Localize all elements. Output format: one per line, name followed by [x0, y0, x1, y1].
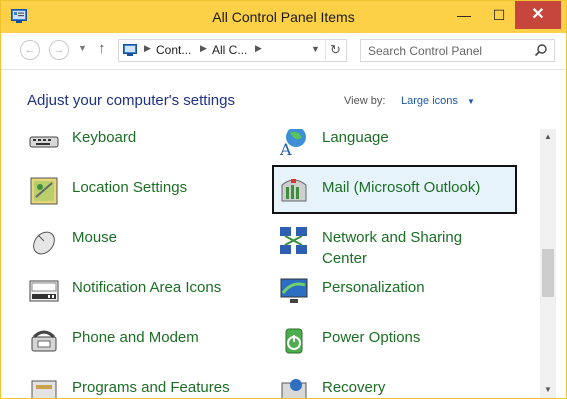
language-icon: A	[279, 129, 306, 157]
item-label: Personalization	[322, 279, 425, 296]
item-label: Mouse	[72, 229, 118, 246]
network-icon	[280, 227, 307, 254]
arrow-up-icon: ↑	[98, 40, 106, 57]
minimize-button[interactable]: —	[447, 1, 481, 29]
chevron-down-icon: ▼	[78, 43, 87, 53]
breadcrumb-all-items[interactable]: All C...	[212, 43, 247, 57]
list-item-personalization[interactable]: Personalization	[278, 271, 518, 315]
power-icon	[285, 328, 303, 354]
scroll-up-button[interactable]: ▲	[540, 129, 556, 145]
forward-button[interactable]: →	[49, 40, 69, 60]
phone-icon	[31, 330, 57, 352]
arrow-right-icon: →	[53, 44, 65, 56]
search-input[interactable]: Search Control Panel	[360, 39, 555, 62]
chevron-up-icon: ▲	[544, 132, 552, 141]
recovery-icon	[281, 379, 307, 398]
view-by-label: View by:	[344, 95, 386, 107]
list-item-power-options[interactable]: Power Options	[278, 321, 518, 365]
title-bar[interactable]: All Control Panel Items — ☐ ✕	[1, 1, 566, 33]
notification-icon	[29, 280, 59, 302]
list-item-recovery[interactable]: Recovery	[278, 371, 518, 398]
chevron-down-icon: ▼	[311, 44, 320, 54]
item-label: Notification Area Icons	[72, 279, 222, 296]
refresh-icon: ↻	[330, 42, 341, 57]
scroll-thumb[interactable]	[542, 249, 554, 297]
item-label: Location Settings	[72, 179, 188, 196]
svg-text:A: A	[279, 140, 292, 157]
list-item-keyboard[interactable]: Keyboard	[28, 129, 268, 165]
personalization-icon	[280, 278, 308, 303]
list-item-mouse[interactable]: Mouse	[28, 221, 268, 265]
location-icon	[30, 177, 58, 205]
item-label: Programs and Features	[72, 379, 230, 396]
list-item-network-sharing[interactable]: Network and Sharing Center	[278, 221, 518, 267]
list-item-mail[interactable]: Mail (Microsoft Outlook)	[278, 171, 518, 215]
mail-icon	[281, 179, 307, 202]
search-icon[interactable]	[534, 43, 548, 57]
list-item-notification-area-icons[interactable]: Notification Area Icons	[28, 271, 268, 315]
recent-locations-dropdown[interactable]: ▼	[78, 43, 87, 53]
list-item-phone-modem[interactable]: Phone and Modem	[28, 321, 268, 365]
control-panel-items-list: Keyboard A Language Location Settings Ma…	[1, 129, 539, 398]
close-button[interactable]: ✕	[515, 1, 561, 29]
scroll-down-button[interactable]: ▼	[540, 382, 556, 398]
item-label: Recovery	[322, 379, 386, 396]
item-label: Mail (Microsoft Outlook)	[322, 179, 481, 196]
programs-icon	[31, 380, 57, 398]
mouse-icon	[33, 231, 55, 255]
up-button[interactable]: ↑	[98, 40, 106, 57]
list-item-programs-features[interactable]: Programs and Features	[28, 371, 268, 398]
search-placeholder: Search Control Panel	[368, 44, 483, 58]
page-title: Adjust your computer's settings	[27, 92, 235, 109]
list-item-location-settings[interactable]: Location Settings	[28, 171, 268, 215]
breadcrumb-separator-icon[interactable]: ▶	[255, 43, 262, 54]
item-label: Network and Sharing Center	[322, 229, 463, 267]
control-panel-small-icon	[123, 44, 137, 56]
vertical-scrollbar[interactable]: ▲ ▼	[540, 129, 556, 398]
item-label: Keyboard	[72, 129, 137, 146]
navigation-bar: ← → ▼ ↑ ▶ Cont... ▶ All C... ▶ ▼ ↻ Searc…	[1, 33, 566, 70]
breadcrumb-separator-icon[interactable]: ▶	[144, 43, 151, 54]
refresh-button[interactable]: ↻	[325, 39, 345, 60]
control-panel-window: All Control Panel Items — ☐ ✕ ← → ▼ ↑ ▶ …	[0, 0, 567, 399]
address-dropdown[interactable]: ▼	[307, 39, 324, 60]
chevron-down-icon: ▼	[544, 385, 552, 394]
breadcrumb-separator-icon[interactable]: ▶	[200, 43, 207, 54]
view-by-dropdown[interactable]: Large icons	[401, 95, 458, 107]
arrow-left-icon: ←	[24, 44, 36, 56]
back-button[interactable]: ←	[20, 40, 40, 60]
item-label: Power Options	[322, 329, 421, 346]
chevron-down-icon[interactable]: ▼	[467, 97, 475, 106]
list-item-language[interactable]: A Language	[278, 129, 518, 165]
maximize-button[interactable]: ☐	[482, 1, 516, 29]
item-label: Language	[322, 129, 389, 146]
item-label: Phone and Modem	[72, 329, 199, 346]
keyboard-icon	[29, 136, 59, 148]
breadcrumb-control-panel[interactable]: Cont...	[156, 43, 191, 57]
